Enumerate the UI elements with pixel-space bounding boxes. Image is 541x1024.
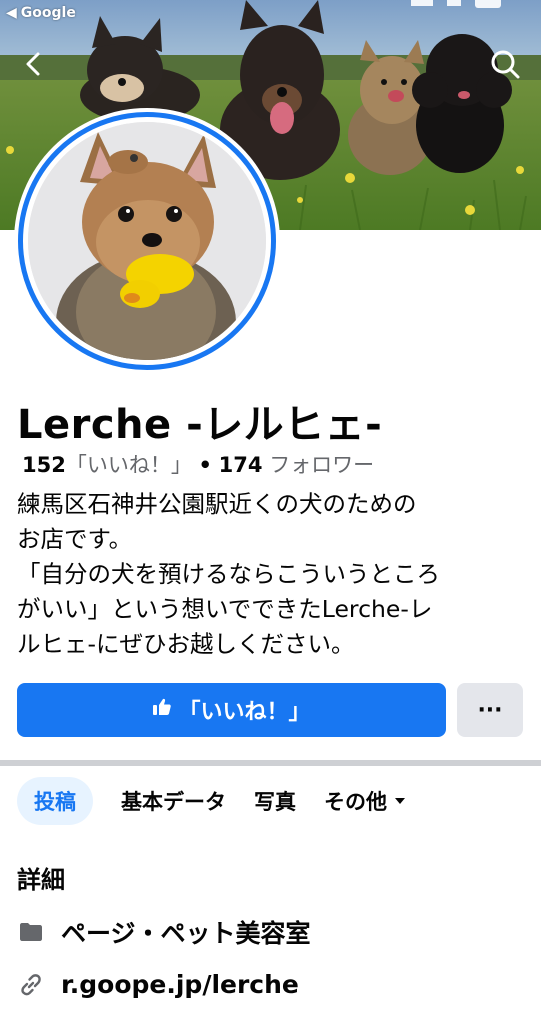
- followers-label: フォロワー: [269, 453, 375, 477]
- section-divider: [0, 760, 541, 766]
- category-icon: [17, 918, 45, 946]
- tab-label: 基本データ: [121, 790, 226, 814]
- battery-icon: [475, 0, 501, 8]
- details-heading: 詳細: [17, 866, 65, 894]
- chevron-left-icon[interactable]: [16, 46, 52, 82]
- page-stats[interactable]: 152「いいね！」 • 174 フォロワー: [22, 449, 374, 479]
- like-page-button[interactable]: 「いいね！」: [17, 683, 446, 737]
- like-button-label: 「いいね！」: [178, 700, 311, 725]
- profile-avatar[interactable]: [14, 108, 280, 374]
- page-bio: 練馬区石神井公園駅近くの犬のための お店です。 「自分の犬を預けるならこういうと…: [17, 490, 440, 658]
- tab-about[interactable]: 基本データ: [121, 777, 226, 825]
- detail-website[interactable]: r.goope.jp/lerche: [17, 970, 299, 999]
- profile-tabs: 投稿 基本データ 写真 その他: [17, 777, 405, 825]
- status-back-label: Google: [20, 5, 76, 21]
- tab-label: 写真: [254, 790, 296, 814]
- signal-icon: [411, 0, 433, 6]
- tab-posts[interactable]: 投稿: [17, 777, 93, 825]
- followers-count: 174: [218, 453, 263, 477]
- website-link[interactable]: r.goope.jp/lerche: [61, 970, 299, 999]
- search-icon[interactable]: [487, 46, 523, 82]
- more-dots-icon: ···: [477, 697, 503, 723]
- stats-separator: •: [198, 453, 212, 477]
- wifi-icon: [447, 0, 461, 6]
- likes-label: 「いいね！」: [65, 453, 192, 477]
- avatar-image: [28, 122, 266, 360]
- more-options-button[interactable]: ···: [457, 683, 523, 737]
- tab-photos[interactable]: 写真: [254, 777, 296, 825]
- category-text: ページ・ペット美容室: [61, 919, 311, 948]
- detail-category: ページ・ペット美容室: [17, 914, 311, 950]
- thumbs-up-icon: [152, 697, 172, 723]
- caret-down-icon: [395, 798, 405, 804]
- likes-count: 152: [22, 453, 66, 477]
- back-arrow-icon: ◀: [6, 5, 17, 21]
- link-icon: [17, 971, 45, 999]
- status-back-to-app[interactable]: ◀ Google: [6, 5, 76, 21]
- tab-label: その他: [324, 790, 387, 814]
- tab-label: 投稿: [34, 790, 76, 814]
- page-title: Lerche -レルヒェ-: [17, 402, 383, 448]
- status-indicators: [411, 0, 501, 8]
- story-ring: [18, 112, 276, 370]
- tab-more[interactable]: その他: [324, 777, 405, 825]
